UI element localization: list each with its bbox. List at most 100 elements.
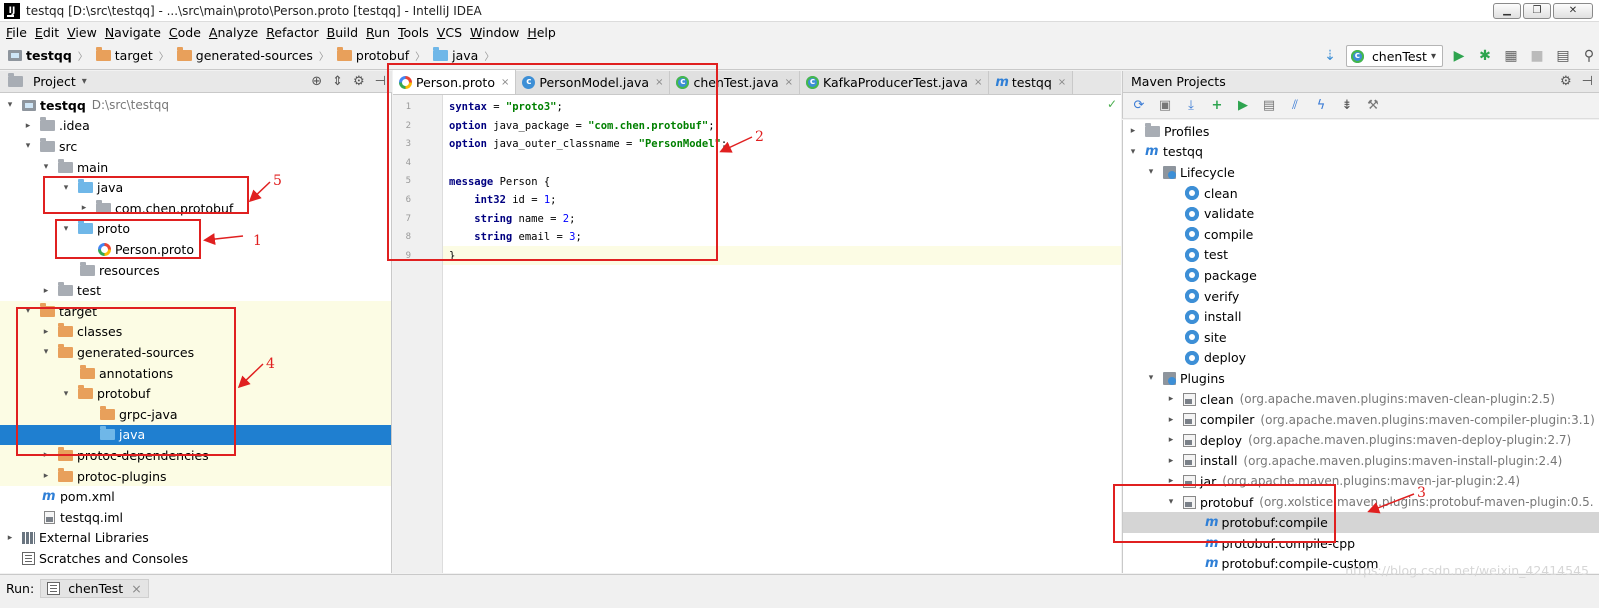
menu-help[interactable]: Help xyxy=(523,25,560,40)
close-tab-icon[interactable]: × xyxy=(131,581,141,596)
minimize-button[interactable]: ▁ xyxy=(1493,3,1521,19)
tab-person-proto[interactable]: Person.proto × xyxy=(393,70,517,94)
hide-icon[interactable]: ⊣ xyxy=(1582,74,1593,89)
tree-item-main[interactable]: ▾ main xyxy=(0,157,391,178)
project-panel-title[interactable]: Project xyxy=(33,74,76,89)
coverage-icon[interactable]: ▦ xyxy=(1501,46,1521,66)
maven-goal-test[interactable]: test xyxy=(1123,245,1599,266)
debug-icon[interactable]: ✱ xyxy=(1475,46,1495,66)
maven-goal-compile[interactable]: compile xyxy=(1123,224,1599,245)
download-icon[interactable]: ⤓ xyxy=(1181,96,1201,116)
menu-view[interactable]: View xyxy=(63,25,101,40)
run-config-selector[interactable]: c chenTest ▾ xyxy=(1345,45,1443,67)
collapse-all-icon[interactable]: ⇟ xyxy=(1337,96,1357,116)
menu-tools[interactable]: Tools xyxy=(394,25,433,40)
maven-plugin-jar[interactable]: ▸ jar (org.apache.maven.plugins:maven-ja… xyxy=(1123,471,1599,492)
breadcrumb-target[interactable]: target 〉 xyxy=(95,47,173,63)
tree-item-person-proto[interactable]: Person.proto xyxy=(0,239,391,260)
maven-plugin-deploy[interactable]: ▸ deploy (org.apache.maven.plugins:maven… xyxy=(1123,430,1599,451)
collapse-icon[interactable]: ⇕ xyxy=(332,74,343,89)
tree-item-generated-sources[interactable]: ▾ generated-sources xyxy=(0,342,391,363)
close-button[interactable]: ✕ xyxy=(1553,3,1593,19)
tree-item-target[interactable]: ▾ target xyxy=(0,301,391,322)
maven-item-plugins[interactable]: ▾ Plugins xyxy=(1123,368,1599,389)
tree-item-com-chen-protobuf[interactable]: ▸ com.chen.protobuf xyxy=(0,198,391,219)
menu-vcs[interactable]: VCS xyxy=(433,25,466,40)
menu-file[interactable]: File xyxy=(2,25,31,40)
maven-goal-package[interactable]: package xyxy=(1123,265,1599,286)
menu-edit[interactable]: Edit xyxy=(31,25,63,40)
maven-plugin-install[interactable]: ▸ install (org.apache.maven.plugins:mave… xyxy=(1123,451,1599,472)
locate-icon[interactable]: ⊕ xyxy=(311,74,322,89)
menu-window[interactable]: Window xyxy=(466,25,523,40)
project-structure-icon[interactable]: ▤ xyxy=(1553,46,1573,66)
menu-navigate[interactable]: Navigate xyxy=(101,25,165,40)
close-tab-icon[interactable]: × xyxy=(1058,77,1066,88)
tree-item-grpc-java[interactable]: grpc-java xyxy=(0,404,391,425)
tab-testqq[interactable]: m testqq × xyxy=(989,71,1074,94)
maximize-button[interactable]: ❐ xyxy=(1523,3,1551,19)
tab-kafkaproducertest-java[interactable]: c KafkaProducerTest.java × xyxy=(800,71,990,94)
gear-icon[interactable]: ⚙ xyxy=(353,74,365,89)
tree-item-testqq[interactable]: ▾ testqq D:\src\testqq xyxy=(0,95,391,116)
tree-item-external-libraries[interactable]: ▸ External Libraries xyxy=(0,528,391,549)
tree-item-classes[interactable]: ▸ classes xyxy=(0,321,391,343)
close-tab-icon[interactable]: × xyxy=(785,77,793,88)
breadcrumb-generated-sources[interactable]: generated-sources 〉 xyxy=(176,47,333,63)
stop-icon[interactable]: ■ xyxy=(1527,46,1547,66)
add-icon[interactable]: + xyxy=(1207,96,1227,116)
breadcrumb-java[interactable]: java 〉 xyxy=(433,47,498,63)
tree-item-resources[interactable]: resources xyxy=(0,260,391,281)
menu-refactor[interactable]: Refactor xyxy=(262,25,322,40)
breadcrumb-testqq[interactable]: testqq 〉 xyxy=(8,48,92,63)
run-icon[interactable]: ▶ xyxy=(1233,96,1253,116)
run-config-icon[interactable]: ▤ xyxy=(1259,96,1279,116)
generate-sources-icon[interactable]: ▣ xyxy=(1155,96,1175,116)
maven-goal-deploy[interactable]: deploy xyxy=(1123,348,1599,369)
maven-goal-install[interactable]: install xyxy=(1123,306,1599,327)
skip-tests-icon[interactable]: ϟ xyxy=(1311,96,1331,116)
build-icon[interactable]: ⇣ xyxy=(1320,46,1340,66)
breadcrumb-protobuf[interactable]: protobuf 〉 xyxy=(336,47,429,63)
maven-goal-protobuf-compile[interactable]: m protobuf:compile xyxy=(1123,512,1599,533)
maven-goal-clean[interactable]: clean xyxy=(1123,183,1599,204)
maven-plugin-protobuf[interactable]: ▾ protobuf (org.xolstice.maven.plugins:p… xyxy=(1123,492,1599,513)
reimport-icon[interactable]: ⟳ xyxy=(1129,96,1149,116)
tree-item-test[interactable]: ▸ test xyxy=(0,280,391,301)
maven-item-testqq[interactable]: ▾ m testqq xyxy=(1123,142,1599,163)
tree-item-pom-xml[interactable]: m pom.xml xyxy=(0,486,391,507)
code-editor[interactable]: 1 2 3 4 5 6 7 8 9 ✓ syntax = "proto3"; o… xyxy=(393,95,1121,573)
run-tab-chentest[interactable]: chenTest × xyxy=(40,579,149,598)
tree-item-protobuf[interactable]: ▾ protobuf xyxy=(0,383,391,404)
maven-item-profiles[interactable]: ▸ Profiles xyxy=(1123,121,1599,142)
tree-item-protoc-plugins[interactable]: ▸ protoc-plugins xyxy=(0,465,391,487)
menu-run[interactable]: Run xyxy=(362,25,394,40)
maven-goal-protobuf-compile-cpp[interactable]: m protobuf:compile-cpp xyxy=(1123,533,1599,554)
search-everywhere-icon[interactable]: ⚲ xyxy=(1579,46,1599,66)
menu-analyze[interactable]: Analyze xyxy=(205,25,262,40)
tree-item-testqq-iml[interactable]: testqq.iml xyxy=(0,507,391,528)
close-tab-icon[interactable]: × xyxy=(501,77,509,88)
maven-plugin-compiler[interactable]: ▸ compiler (org.apache.maven.plugins:mav… xyxy=(1123,409,1599,430)
tree-item-proto[interactable]: ▾ proto xyxy=(0,219,391,240)
tree-item-protoc-dependencies[interactable]: ▸ protoc-dependencies xyxy=(0,445,391,466)
maven-plugin-clean[interactable]: ▸ clean (org.apache.maven.plugins:maven-… xyxy=(1123,389,1599,410)
tree-item-annotations[interactable]: annotations xyxy=(0,362,391,384)
settings-icon[interactable]: ⚒ xyxy=(1363,96,1383,116)
tree-item-java-generated[interactable]: java xyxy=(0,424,391,446)
menu-build[interactable]: Build xyxy=(323,25,362,40)
tree-item-scratches[interactable]: Scratches and Consoles xyxy=(0,548,391,569)
close-tab-icon[interactable]: × xyxy=(655,77,663,88)
hide-icon[interactable]: ⊣ xyxy=(375,74,386,89)
run-icon[interactable]: ▶ xyxy=(1449,46,1469,66)
menu-code[interactable]: Code xyxy=(165,25,205,40)
maven-goal-validate[interactable]: validate xyxy=(1123,203,1599,224)
maven-goal-verify[interactable]: verify xyxy=(1123,286,1599,307)
maven-item-lifecycle[interactable]: ▾ Lifecycle xyxy=(1123,162,1599,183)
tab-personmodel-java[interactable]: c PersonModel.java × xyxy=(516,71,671,94)
tree-item-idea[interactable]: ▸ .idea xyxy=(0,116,391,137)
tree-item-src[interactable]: ▾ src xyxy=(0,136,391,157)
toggle-offline-icon[interactable]: ⫽ xyxy=(1285,96,1305,116)
close-tab-icon[interactable]: × xyxy=(974,77,982,88)
tab-chentest-java[interactable]: c chenTest.java × xyxy=(670,71,801,94)
